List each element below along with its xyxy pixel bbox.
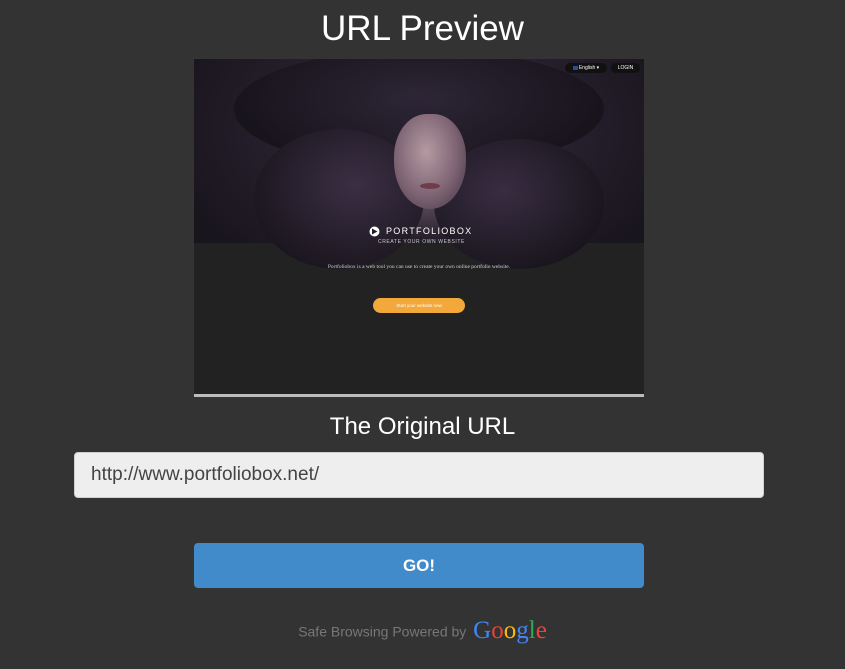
portfoliobox-logo-icon <box>369 226 380 237</box>
preview-brand-tagline: CREATE YOUR OWN WEBSITE <box>378 239 465 245</box>
google-letter-g2: g <box>516 617 529 645</box>
url-preview-thumbnail: English ▾ LOGIN PORTFOLIOBOX CREATE YOUR… <box>194 59 644 397</box>
preview-hero-face <box>394 114 466 209</box>
original-url-heading: The Original URL <box>329 413 516 440</box>
preview-language-label: English ▾ <box>578 65 600 71</box>
google-letter-o2: o <box>503 617 517 645</box>
google-letter-o1: o <box>491 617 504 645</box>
safe-browsing-footer: Safe Browsing Powered by Google <box>0 615 845 646</box>
google-letter-g: G <box>473 617 492 645</box>
page-title: URL Preview <box>321 9 524 48</box>
google-letter-e: e <box>535 617 547 645</box>
url-preview-page: URL Preview English ▾ LOGIN PORTFOLIOBOX… <box>0 0 845 669</box>
google-letter-l: l <box>528 617 536 645</box>
go-button[interactable]: GO! <box>194 543 644 588</box>
preview-description: Portfoliobox is a web tool you can use t… <box>327 264 511 270</box>
preview-cta-button: Start your website now <box>373 298 465 313</box>
preview-brand-name: PORTFOLIOBOX <box>386 226 473 236</box>
original-url-input[interactable] <box>74 452 764 498</box>
safe-browsing-text: Safe Browsing Powered by <box>298 623 467 640</box>
uk-flag-icon <box>572 65 578 70</box>
preview-hero-image <box>194 59 644 269</box>
preview-login-button: LOGIN <box>611 63 640 73</box>
google-logo[interactable]: Google <box>473 616 547 646</box>
preview-language-selector: English ▾ <box>565 63 607 73</box>
preview-hero-lips <box>420 183 440 189</box>
